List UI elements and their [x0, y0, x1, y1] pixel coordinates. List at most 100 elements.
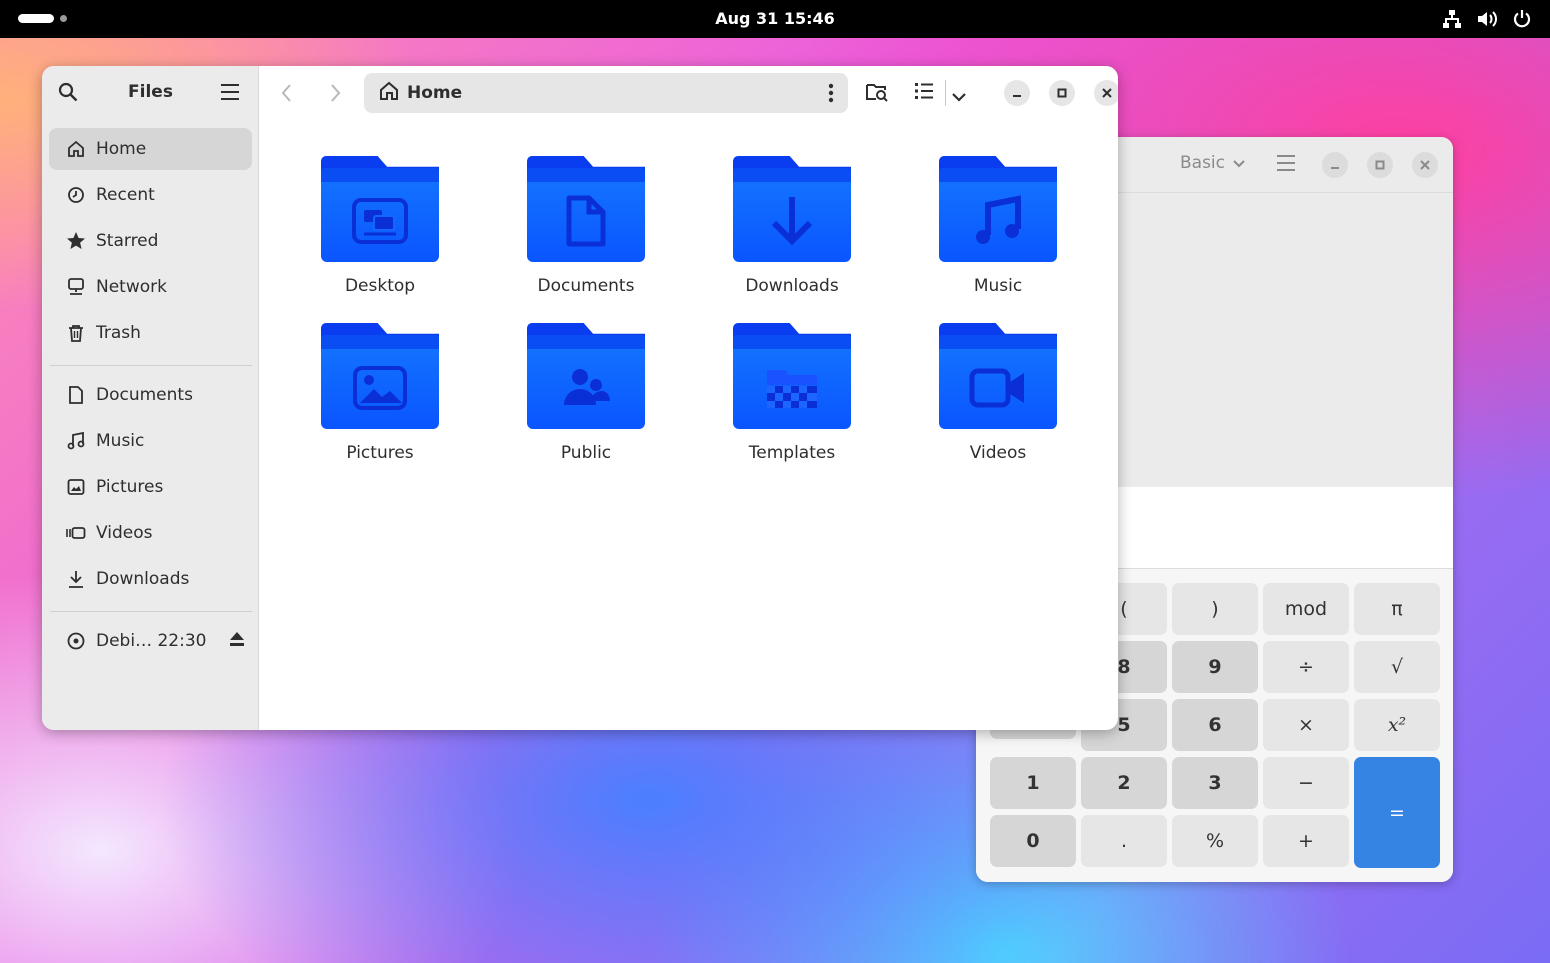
calc-key-6[interactable]: 6 [1172, 699, 1258, 751]
folder-label: Documents [537, 276, 635, 296]
sidebar-item-label: Downloads [96, 569, 190, 589]
calc-key-percent[interactable]: % [1172, 815, 1258, 867]
system-tray[interactable] [1442, 9, 1532, 29]
folder-item-downloads[interactable]: Downloads [702, 156, 882, 316]
template-icon [767, 370, 817, 408]
hamburger-menu-icon[interactable] [1276, 154, 1296, 176]
folder-label: Public [560, 443, 612, 463]
clock[interactable]: Aug 31 15:46 [715, 9, 835, 28]
video-icon [969, 368, 1024, 408]
sidebar-item-documents[interactable]: Documents [49, 374, 252, 416]
calc-key-close-paren[interactable]: ) [1172, 583, 1258, 635]
calc-key-3[interactable]: 3 [1172, 757, 1258, 809]
sidebar-item-label: Home [96, 139, 147, 159]
folder-icon [527, 323, 645, 429]
document-icon [566, 195, 606, 247]
power-icon[interactable] [1512, 9, 1532, 29]
forward-button[interactable] [327, 82, 343, 108]
mode-label: Basic [1180, 153, 1226, 173]
sidebar-item-device[interactable]: Debi… 22:30 [49, 620, 252, 662]
folder-item-documents[interactable]: Documents [496, 156, 676, 316]
calc-key-pi[interactable]: π [1354, 583, 1440, 635]
path-bar[interactable]: Home [364, 73, 848, 113]
calculator-close-button[interactable] [1412, 152, 1438, 178]
search-location-button[interactable] [865, 81, 889, 107]
sidebar-item-label: Debi… 22:30 [96, 631, 207, 651]
sidebar-item-trash[interactable]: Trash [49, 312, 252, 354]
calc-key-2[interactable]: 2 [1081, 757, 1167, 809]
folder-item-public[interactable]: Public [496, 323, 676, 483]
hamburger-menu-icon[interactable] [220, 83, 240, 105]
back-button[interactable] [279, 82, 295, 108]
calc-key-equals[interactable]: = [1354, 757, 1440, 868]
divider [945, 80, 946, 106]
download-icon [771, 197, 813, 246]
image-icon [353, 366, 407, 410]
chevron-down-icon[interactable] [952, 88, 966, 107]
eject-icon[interactable] [228, 631, 246, 652]
desktop-icon [352, 198, 408, 244]
minimize-button[interactable] [1004, 80, 1030, 106]
calc-key-decimal[interactable]: . [1081, 815, 1167, 867]
folder-label: Templates [748, 443, 836, 463]
network-icon[interactable] [1442, 9, 1462, 29]
sidebar-divider [50, 365, 252, 366]
folder-label: Downloads [745, 276, 839, 296]
folder-item-music[interactable]: Music [908, 156, 1088, 316]
sidebar-item-starred[interactable]: Starred [49, 220, 252, 262]
calc-key-sqrt[interactable]: √ [1354, 641, 1440, 693]
maximize-button[interactable] [1049, 80, 1075, 106]
calculator-maximize-button[interactable] [1367, 152, 1393, 178]
star-icon [66, 231, 86, 251]
calc-key-mod[interactable]: mod [1263, 583, 1349, 635]
folder-icon [733, 156, 851, 262]
folder-item-templates[interactable]: Templates [702, 323, 882, 483]
people-icon [564, 369, 610, 405]
folder-icon [321, 323, 439, 429]
sidebar: Files Home Recent Starred Network Trash [42, 66, 259, 730]
folder-icon [527, 156, 645, 262]
calc-key-0[interactable]: 0 [990, 815, 1076, 867]
files-window: Files Home Recent Starred Network Trash [42, 66, 1118, 730]
calc-key-divide[interactable]: ÷ [1263, 641, 1349, 693]
download-icon [66, 569, 86, 589]
music-icon [66, 431, 86, 451]
sidebar-item-recent[interactable]: Recent [49, 174, 252, 216]
chevron-down-icon [1233, 153, 1245, 173]
document-icon [66, 385, 86, 405]
more-options-icon[interactable] [828, 83, 834, 108]
calc-key-multiply[interactable]: × [1263, 699, 1349, 751]
close-button[interactable] [1094, 80, 1118, 106]
sidebar-item-downloads[interactable]: Downloads [49, 558, 252, 600]
folder-item-desktop[interactable]: Desktop [290, 156, 470, 316]
search-icon[interactable] [58, 82, 78, 106]
sidebar-item-pictures[interactable]: Pictures [49, 466, 252, 508]
sidebar-item-videos[interactable]: Videos [49, 512, 252, 554]
sidebar-item-music[interactable]: Music [49, 420, 252, 462]
folder-label: Music [973, 276, 1023, 296]
sidebar-item-label: Music [96, 431, 145, 451]
calc-key-1[interactable]: 1 [990, 757, 1076, 809]
calc-key-square[interactable]: x² [1354, 699, 1440, 751]
folder-item-pictures[interactable]: Pictures [290, 323, 470, 483]
folder-item-videos[interactable]: Videos [908, 323, 1088, 483]
sidebar-header: Files [42, 66, 259, 120]
calc-key-subtract[interactable]: − [1263, 757, 1349, 809]
header-bar: Home [259, 66, 1118, 120]
calc-key-9[interactable]: 9 [1172, 641, 1258, 693]
mode-selector[interactable]: Basic [1180, 153, 1245, 173]
calc-key-add[interactable]: + [1263, 815, 1349, 867]
current-location: Home [407, 83, 463, 103]
image-icon [66, 477, 86, 497]
sidebar-item-network[interactable]: Network [49, 266, 252, 308]
sidebar-item-label: Documents [96, 385, 193, 405]
sidebar-item-label: Network [96, 277, 167, 297]
list-view-icon[interactable] [914, 81, 934, 105]
volume-icon[interactable] [1476, 9, 1498, 29]
calculator-minimize-button[interactable] [1322, 152, 1348, 178]
top-bar: Aug 31 15:46 [0, 0, 1550, 38]
sidebar-item-home[interactable]: Home [49, 128, 252, 170]
workspace-indicator [60, 15, 67, 22]
activities-button[interactable] [18, 14, 67, 23]
sidebar-item-label: Starred [96, 231, 159, 251]
